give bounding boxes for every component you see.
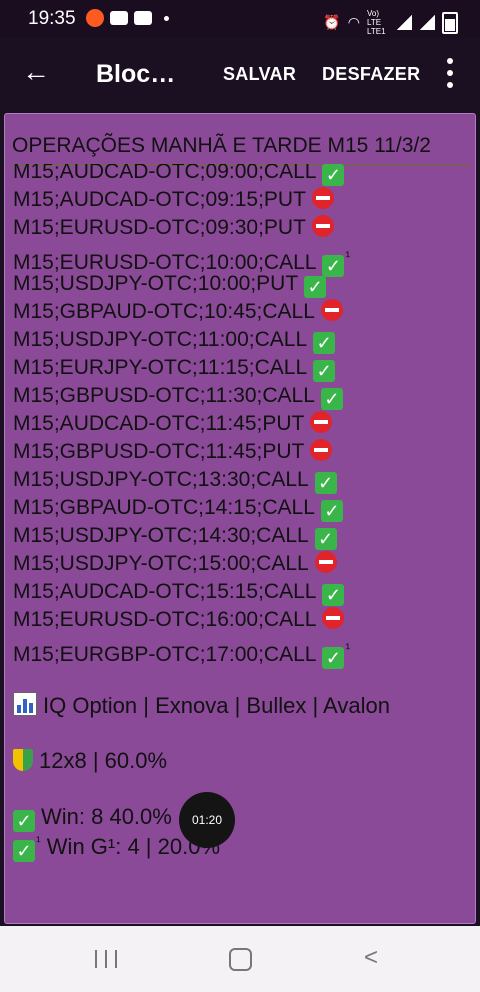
note-lines[interactable]: M15;AUDCAD-OTC;09:00;CALL ✓ M15;AUDCAD-OTC… [13, 164, 475, 669]
note-line-text: M15;EURGBP-OTC;17:00;CALL [13, 643, 317, 666]
bar-chart-icon [13, 692, 37, 716]
note-line-text: M15;AUDCAD-OTC;15:15;CALL [13, 580, 317, 603]
check-superscript: ¹ [36, 833, 41, 849]
status-bar: 19:35 ⏰ ◠ Vo) LTE LTE1 [0, 0, 480, 38]
score-text: 12x8 | 60.0% [39, 748, 168, 773]
check-icon: ✓ [313, 360, 336, 382]
lte-icon: Vo) LTE LTE1 [367, 9, 386, 36]
note-line-text: M15;AUDCAD-OTC;11:45;PUT [13, 412, 305, 435]
no-entry-icon [310, 439, 333, 461]
note-line[interactable]: M15;USDJPY-OTC;13:30;CALL ✓ [13, 466, 475, 494]
home-icon[interactable] [229, 948, 252, 971]
superscript-one: ¹ [345, 248, 351, 264]
note-line[interactable]: M15;GBPUSD-OTC;11:30;CALL ✓ [13, 382, 475, 410]
note-line-text: M15;GBPAUD-OTC;10:45;CALL [13, 300, 315, 323]
beginner-icon [13, 749, 33, 771]
note-line-text: M15;GBPUSD-OTC;11:30;CALL [13, 384, 315, 407]
note-line-text: M15;GBPAUD-OTC;14:15;CALL [13, 496, 315, 519]
note-line-text: M15;USDJPY-OTC;15:00;CALL [13, 552, 309, 575]
note-line[interactable]: M15;AUDCAD-OTC;11:45;PUT [13, 410, 475, 438]
youtube-icon [110, 11, 128, 25]
note-line[interactable]: M15;USDJPY-OTC;11:00;CALL ✓ [13, 326, 475, 354]
status-time: 19:35 [28, 8, 76, 29]
timer-overlay[interactable]: 01:20 [179, 792, 235, 848]
no-entry-icon [320, 299, 343, 321]
note-line[interactable]: M15;EURUSD-OTC;16:00;CALL [13, 606, 475, 634]
status-notification-icons [86, 9, 169, 27]
note-line-text: M15;EURUSD-OTC;09:30;PUT [13, 216, 306, 239]
note-line-text: M15;USDJPY-OTC;11:00;CALL [13, 328, 308, 351]
page-title: Bloco... [96, 60, 186, 88]
signal-icon-2 [419, 15, 435, 30]
note-line[interactable]: M15;GBPUSD-OTC;11:45;PUT [13, 438, 475, 466]
brokers-line[interactable]: IQ Option | Exnova | Bullex | Avalon [13, 692, 390, 719]
more-notifications-icon [164, 15, 169, 21]
check-icon: ✓ [322, 584, 345, 606]
navigation-bar: < [0, 926, 480, 992]
check-icon: ✓ [320, 500, 343, 522]
note-line-text: M15;GBPUSD-OTC;11:45;PUT [13, 440, 305, 463]
note-line-text: M15;USDJPY-OTC;10:00;PUT [13, 272, 299, 295]
no-entry-icon [311, 187, 334, 209]
more-options-icon[interactable] [446, 58, 454, 88]
status-system-icons: ⏰ ◠ Vo) LTE LTE1 [323, 9, 458, 36]
note-line[interactable]: M15;EURJPY-OTC;11:15;CALL ✓ [13, 354, 475, 382]
no-entry-icon [310, 411, 333, 433]
signal-icon [396, 15, 412, 30]
wifi-icon: ◠ [347, 14, 360, 30]
check-icon: ✓ [314, 528, 337, 550]
win-text: Win: 8 40.0% [41, 804, 172, 829]
score-line[interactable]: 12x8 | 60.0% [13, 748, 167, 774]
battery-icon [442, 11, 458, 34]
check-icon: ✓ [13, 810, 35, 832]
note-line-text: M15;AUDCAD-OTC;09:15;PUT [13, 188, 306, 211]
brokers-text: IQ Option | Exnova | Bullex | Avalon [43, 693, 390, 718]
note-line[interactable]: M15;AUDCAD-OTC;09:00;CALL ✓ [13, 164, 475, 186]
app-notification-icon [86, 9, 104, 27]
note-line[interactable]: M15;USDJPY-OTC;10:00;PUT ✓ [13, 270, 475, 298]
check-icon: ✓ [322, 164, 345, 186]
note-line-text: M15;USDJPY-OTC;13:30;CALL [13, 468, 309, 491]
note-title[interactable]: OPERAÇÕES MANHÃ E TARDE M15 11/3/2 [12, 134, 431, 158]
note-line-text: M15;EURJPY-OTC;11:15;CALL [13, 356, 308, 379]
note-line[interactable]: M15;EURUSD-OTC;10:00;CALL ✓ ¹ [13, 242, 475, 277]
note-line[interactable]: M15;GBPAUD-OTC;14:15;CALL ✓ [13, 494, 475, 522]
undo-button[interactable]: DESFAZER [322, 64, 420, 85]
note-line[interactable]: M15;EURGBP-OTC;17:00;CALL ✓ ¹ [13, 634, 475, 669]
check-icon: ✓ [320, 388, 343, 410]
check-icon: ✓ [313, 332, 336, 354]
check-icon: ✓ [314, 472, 337, 494]
app-bar: ← Bloco... SALVAR DESFAZER [0, 38, 480, 110]
note-editor[interactable]: OPERAÇÕES MANHÃ E TARDE M15 11/3/2 M15;A… [4, 113, 476, 924]
note-line-text: M15;EURUSD-OTC;16:00;CALL [13, 608, 317, 631]
note-line[interactable]: M15;GBPAUD-OTC;10:45;CALL [13, 298, 475, 326]
note-line[interactable]: M15;USDJPY-OTC;15:00;CALL [13, 550, 475, 578]
no-entry-icon [314, 551, 337, 573]
note-line[interactable]: M15;USDJPY-OTC;14:30;CALL ✓ [13, 522, 475, 550]
back-arrow-icon[interactable]: ← [22, 58, 50, 86]
check-icon: ✓ [322, 647, 345, 669]
note-line-text: M15;USDJPY-OTC;14:30;CALL [13, 524, 309, 547]
note-line[interactable]: M15;EURUSD-OTC;09:30;PUT [13, 214, 475, 242]
alarm-icon: ⏰ [323, 14, 341, 30]
back-nav-icon[interactable]: < [364, 946, 378, 970]
win-line[interactable]: ✓ Win: 8 40.0% [13, 804, 172, 832]
check-icon: ✓ [304, 276, 327, 298]
no-entry-icon [322, 607, 345, 629]
recents-icon[interactable] [95, 950, 117, 968]
save-button[interactable]: SALVAR [223, 64, 296, 85]
check-icon: ✓ [13, 840, 35, 862]
note-line[interactable]: M15;AUDCAD-OTC;09:15;PUT [13, 186, 475, 214]
superscript-one: ¹ [345, 640, 351, 656]
no-entry-icon [311, 215, 334, 237]
note-line-text: M15;AUDCAD-OTC;09:00;CALL [13, 164, 317, 183]
youtube-icon-2 [134, 11, 152, 25]
note-line[interactable]: M15;AUDCAD-OTC;15:15;CALL ✓ [13, 578, 475, 606]
